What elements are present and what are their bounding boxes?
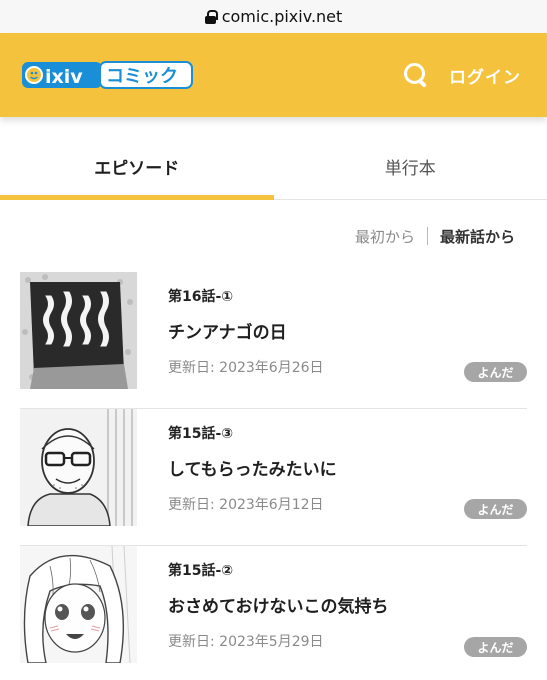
sort-newest-link[interactable]: 最新話から: [440, 226, 515, 247]
episode-number: 第15話-②: [168, 563, 234, 579]
tab-bar: エピソード 単行本: [0, 117, 547, 200]
browser-url-bar[interactable]: comic.pixiv.net: [0, 0, 547, 33]
read-badge: よんだ: [464, 499, 527, 519]
sort-bar: 最初から 最新話から: [0, 200, 547, 272]
url-text: comic.pixiv.net: [221, 7, 343, 26]
lock-icon: [204, 9, 218, 24]
site-header: ixiv コミック ログイン: [0, 33, 547, 117]
pixiv-comic-logo[interactable]: ixiv コミック: [22, 60, 194, 90]
episode-thumbnail: [20, 409, 137, 526]
episode-number: 第16話-①: [168, 289, 234, 305]
tab-episodes[interactable]: エピソード: [0, 117, 274, 200]
search-icon[interactable]: [403, 62, 429, 88]
tab-volumes[interactable]: 単行本: [274, 117, 547, 199]
episode-number: 第15話-③: [168, 426, 234, 442]
episode-item[interactable]: 第15話-② おさめておけないこの気持ち 更新日: 2023年5月29日 よんだ: [20, 546, 527, 680]
svg-text:ixiv: ixiv: [45, 66, 83, 88]
episode-title: してもらったみたいに: [168, 460, 337, 480]
read-badge: よんだ: [464, 637, 527, 657]
episode-title: チンアナゴの日: [168, 323, 287, 343]
episode-item[interactable]: 第16話-① チンアナゴの日 更新日: 2023年6月26日 よんだ: [20, 272, 527, 409]
sort-oldest-link[interactable]: 最初から: [355, 226, 415, 247]
read-badge: よんだ: [464, 362, 527, 382]
episode-thumbnail: [20, 546, 137, 663]
episode-item[interactable]: 第15話-③ してもらったみたいに 更新日: 2023年6月12日 よんだ: [20, 409, 527, 546]
episode-title: おさめておけないこの気持ち: [168, 597, 389, 617]
episode-list: 第16話-① チンアナゴの日 更新日: 2023年6月26日 よんだ 第15話-…: [0, 272, 547, 680]
logo-mark: ixiv コミック: [22, 61, 193, 89]
episode-thumbnail: [20, 272, 137, 389]
svg-text:コミック: コミック: [106, 66, 178, 87]
sort-divider: [426, 227, 428, 245]
login-link[interactable]: ログイン: [449, 63, 521, 88]
